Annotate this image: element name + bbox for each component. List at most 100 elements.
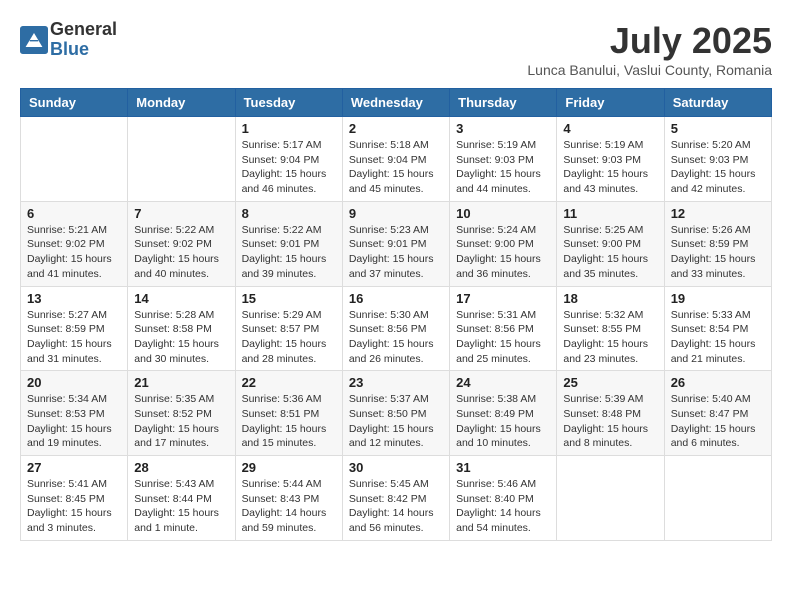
day-number: 19 — [671, 291, 765, 306]
calendar-cell: 2 Sunrise: 5:18 AM Sunset: 9:04 PM Daylig… — [342, 117, 449, 202]
calendar-cell: 17Sunrise: 5:31 AM Sunset: 8:56 PM Dayli… — [450, 286, 557, 371]
day-number: 5 — [671, 121, 765, 136]
calendar-cell: 18 Sunrise: 5:32 AM Sunset: 8:55 PM Dayli… — [557, 286, 664, 371]
calendar-week-row: 20 Sunrise: 5:34 AM Sunset: 8:53 PM Dayli… — [21, 371, 772, 456]
column-header-sunday: Sunday — [21, 89, 128, 117]
day-info: Sunrise: 5:39 AM Sunset: 8:48 PM Dayligh… — [563, 392, 657, 451]
calendar-cell: 7 Sunrise: 5:22 AM Sunset: 9:02 PM Daylig… — [128, 201, 235, 286]
day-number: 22 — [242, 375, 336, 390]
day-number: 4 — [563, 121, 657, 136]
logo: General Blue — [20, 20, 117, 60]
calendar-table: SundayMondayTuesdayWednesdayThursdayFrid… — [20, 88, 772, 541]
day-info: Sunrise: 5:22 AM Sunset: 9:01 PM Dayligh… — [242, 223, 336, 282]
calendar-cell: 12 Sunrise: 5:26 AM Sunset: 8:59 PM Dayli… — [664, 201, 771, 286]
day-number: 12 — [671, 206, 765, 221]
calendar-cell: 14Sunrise: 5:28 AM Sunset: 8:58 PM Dayli… — [128, 286, 235, 371]
day-info: Sunrise: 5:45 AM Sunset: 8:42 PM Dayligh… — [349, 477, 443, 536]
day-number: 15 — [242, 291, 336, 306]
day-info: Sunrise: 5:23 AM Sunset: 9:01 PM Dayligh… — [349, 223, 443, 282]
calendar-cell: 5 Sunrise: 5:20 AM Sunset: 9:03 PM Daylig… — [664, 117, 771, 202]
day-info: Sunrise: 5:33 AM Sunset: 8:54 PM Dayligh… — [671, 308, 765, 367]
day-number: 14 — [134, 291, 228, 306]
calendar-cell — [557, 456, 664, 541]
day-number: 2 — [349, 121, 443, 136]
day-info: Sunrise: 5:32 AM Sunset: 8:55 PM Dayligh… — [563, 308, 657, 367]
day-info: Sunrise: 5:36 AM Sunset: 8:51 PM Dayligh… — [242, 392, 336, 451]
day-number: 1 — [242, 121, 336, 136]
day-info: Sunrise: 5:27 AM Sunset: 8:59 PM Dayligh… — [27, 308, 121, 367]
day-info: Sunrise: 5:17 AM Sunset: 9:04 PM Dayligh… — [242, 138, 336, 197]
column-header-saturday: Saturday — [664, 89, 771, 117]
day-info: Sunrise: 5:46 AM Sunset: 8:40 PM Dayligh… — [456, 477, 550, 536]
day-info: Sunrise: 5:24 AM Sunset: 9:00 PM Dayligh… — [456, 223, 550, 282]
calendar-cell: 19 Sunrise: 5:33 AM Sunset: 8:54 PM Dayli… — [664, 286, 771, 371]
day-info: Sunrise: 5:35 AM Sunset: 8:52 PM Dayligh… — [134, 392, 228, 451]
day-info: Sunrise: 5:19 AM Sunset: 9:03 PM Dayligh… — [456, 138, 550, 197]
calendar-cell: 25Sunrise: 5:39 AM Sunset: 8:48 PM Dayli… — [557, 371, 664, 456]
day-info: Sunrise: 5:40 AM Sunset: 8:47 PM Dayligh… — [671, 392, 765, 451]
day-info: Sunrise: 5:26 AM Sunset: 8:59 PM Dayligh… — [671, 223, 765, 282]
calendar-cell: 4 Sunrise: 5:19 AM Sunset: 9:03 PM Daylig… — [557, 117, 664, 202]
day-info: Sunrise: 5:19 AM Sunset: 9:03 PM Dayligh… — [563, 138, 657, 197]
calendar-cell: 28 Sunrise: 5:43 AM Sunset: 8:44 PM Dayli… — [128, 456, 235, 541]
day-info: Sunrise: 5:30 AM Sunset: 8:56 PM Dayligh… — [349, 308, 443, 367]
calendar-cell: 27Sunrise: 5:41 AM Sunset: 8:45 PM Dayli… — [21, 456, 128, 541]
day-number: 21 — [134, 375, 228, 390]
column-header-thursday: Thursday — [450, 89, 557, 117]
calendar-cell: 24Sunrise: 5:38 AM Sunset: 8:49 PM Dayli… — [450, 371, 557, 456]
calendar-cell: 26 Sunrise: 5:40 AM Sunset: 8:47 PM Dayli… — [664, 371, 771, 456]
day-number: 8 — [242, 206, 336, 221]
calendar-cell: 31 Sunrise: 5:46 AM Sunset: 8:40 PM Dayli… — [450, 456, 557, 541]
location-text: Lunca Banului, Vaslui County, Romania — [527, 62, 772, 78]
day-info: Sunrise: 5:38 AM Sunset: 8:49 PM Dayligh… — [456, 392, 550, 451]
calendar-cell: 22 Sunrise: 5:36 AM Sunset: 8:51 PM Dayli… — [235, 371, 342, 456]
day-number: 10 — [456, 206, 550, 221]
day-info: Sunrise: 5:41 AM Sunset: 8:45 PM Dayligh… — [27, 477, 121, 536]
logo-text: General Blue — [50, 20, 117, 60]
day-info: Sunrise: 5:29 AM Sunset: 8:57 PM Dayligh… — [242, 308, 336, 367]
calendar-week-row: 6Sunrise: 5:21 AM Sunset: 9:02 PM Daylig… — [21, 201, 772, 286]
day-info: Sunrise: 5:34 AM Sunset: 8:53 PM Dayligh… — [27, 392, 121, 451]
calendar-cell: 29Sunrise: 5:44 AM Sunset: 8:43 PM Dayli… — [235, 456, 342, 541]
day-number: 26 — [671, 375, 765, 390]
day-number: 31 — [456, 460, 550, 475]
logo-blue-text: Blue — [50, 40, 117, 60]
calendar-week-row: 27Sunrise: 5:41 AM Sunset: 8:45 PM Dayli… — [21, 456, 772, 541]
day-number: 29 — [242, 460, 336, 475]
day-number: 18 — [563, 291, 657, 306]
day-number: 16 — [349, 291, 443, 306]
day-info: Sunrise: 5:31 AM Sunset: 8:56 PM Dayligh… — [456, 308, 550, 367]
month-title: July 2025 — [527, 20, 772, 62]
calendar-cell — [21, 117, 128, 202]
calendar-cell: 30Sunrise: 5:45 AM Sunset: 8:42 PM Dayli… — [342, 456, 449, 541]
page-header: General Blue July 2025 Lunca Banului, Va… — [20, 20, 772, 78]
column-header-monday: Monday — [128, 89, 235, 117]
calendar-week-row: 13 Sunrise: 5:27 AM Sunset: 8:59 PM Dayli… — [21, 286, 772, 371]
day-info: Sunrise: 5:37 AM Sunset: 8:50 PM Dayligh… — [349, 392, 443, 451]
day-number: 11 — [563, 206, 657, 221]
day-info: Sunrise: 5:18 AM Sunset: 9:04 PM Dayligh… — [349, 138, 443, 197]
calendar-cell: 21 Sunrise: 5:35 AM Sunset: 8:52 PM Dayli… — [128, 371, 235, 456]
calendar-cell — [664, 456, 771, 541]
calendar-cell: 3 Sunrise: 5:19 AM Sunset: 9:03 PM Daylig… — [450, 117, 557, 202]
day-number: 7 — [134, 206, 228, 221]
day-number: 28 — [134, 460, 228, 475]
calendar-cell: 8 Sunrise: 5:22 AM Sunset: 9:01 PM Daylig… — [235, 201, 342, 286]
calendar-cell — [128, 117, 235, 202]
day-info: Sunrise: 5:20 AM Sunset: 9:03 PM Dayligh… — [671, 138, 765, 197]
column-header-wednesday: Wednesday — [342, 89, 449, 117]
title-area: July 2025 Lunca Banului, Vaslui County, … — [527, 20, 772, 78]
calendar-cell: 6Sunrise: 5:21 AM Sunset: 9:02 PM Daylig… — [21, 201, 128, 286]
calendar-week-row: 1 Sunrise: 5:17 AM Sunset: 9:04 PM Daylig… — [21, 117, 772, 202]
day-number: 3 — [456, 121, 550, 136]
day-info: Sunrise: 5:22 AM Sunset: 9:02 PM Dayligh… — [134, 223, 228, 282]
day-info: Sunrise: 5:21 AM Sunset: 9:02 PM Dayligh… — [27, 223, 121, 282]
day-number: 9 — [349, 206, 443, 221]
day-info: Sunrise: 5:43 AM Sunset: 8:44 PM Dayligh… — [134, 477, 228, 536]
column-header-tuesday: Tuesday — [235, 89, 342, 117]
day-number: 23 — [349, 375, 443, 390]
logo-icon — [20, 26, 48, 54]
day-number: 20 — [27, 375, 121, 390]
calendar-cell: 11Sunrise: 5:25 AM Sunset: 9:00 PM Dayli… — [557, 201, 664, 286]
day-number: 13 — [27, 291, 121, 306]
